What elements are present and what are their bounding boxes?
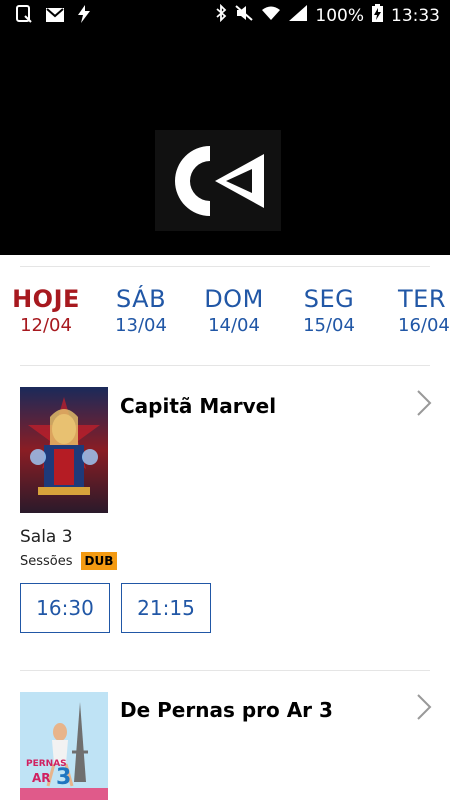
chevron-right-icon[interactable] — [416, 389, 432, 417]
date-tab-mon[interactable]: SEG 15/04 — [284, 285, 374, 336]
mute-icon — [235, 5, 254, 26]
clock: 13:33 — [391, 5, 440, 26]
showtime-button-1630[interactable]: 16:30 — [20, 583, 110, 633]
divider — [20, 266, 430, 267]
battery-percent: 100% — [315, 5, 364, 26]
date-tab-tue[interactable]: TER 16/04 — [378, 285, 450, 336]
bluetooth-icon — [215, 3, 227, 27]
movie-poster-de-pernas-pro-ar-3[interactable]: PERNAS AR 3 — [20, 692, 108, 800]
movie-title[interactable]: Capitã Marvel — [120, 394, 276, 418]
flash-icon — [78, 5, 90, 28]
showtime-button-2115[interactable]: 21:15 — [121, 583, 211, 633]
date-selector[interactable]: HOJE 12/04 SÁB 13/04 DOM 14/04 SEG 15/04… — [0, 285, 450, 345]
cinema-logo-icon — [155, 130, 281, 231]
svg-text:AR: AR — [32, 771, 51, 785]
signal-icon — [289, 5, 308, 26]
dub-badge: DUB — [80, 552, 118, 570]
mail-icon — [46, 7, 64, 27]
wifi-icon — [261, 5, 281, 26]
sessions-row: Sessões DUB — [20, 552, 118, 570]
movie-poster-capita-marvel[interactable] — [20, 387, 108, 513]
chevron-right-icon[interactable] — [416, 693, 432, 721]
date-tab-today[interactable]: HOJE 12/04 — [1, 285, 91, 336]
sessions-label: Sessões — [20, 553, 73, 569]
battery-charging-icon — [372, 4, 383, 27]
movie-title[interactable]: De Pernas pro Ar 3 — [120, 698, 333, 722]
cinema-banner — [0, 30, 450, 255]
divider — [20, 670, 430, 671]
date-tab-sun[interactable]: DOM 14/04 — [189, 285, 279, 336]
divider — [20, 365, 430, 366]
date-tab-sat[interactable]: SÁB 13/04 — [96, 285, 186, 336]
screenshot-notification-icon — [16, 5, 32, 28]
svg-text:3: 3 — [56, 765, 71, 790]
status-bar: 100% 13:33 — [0, 0, 450, 30]
room-label: Sala 3 — [20, 527, 73, 547]
